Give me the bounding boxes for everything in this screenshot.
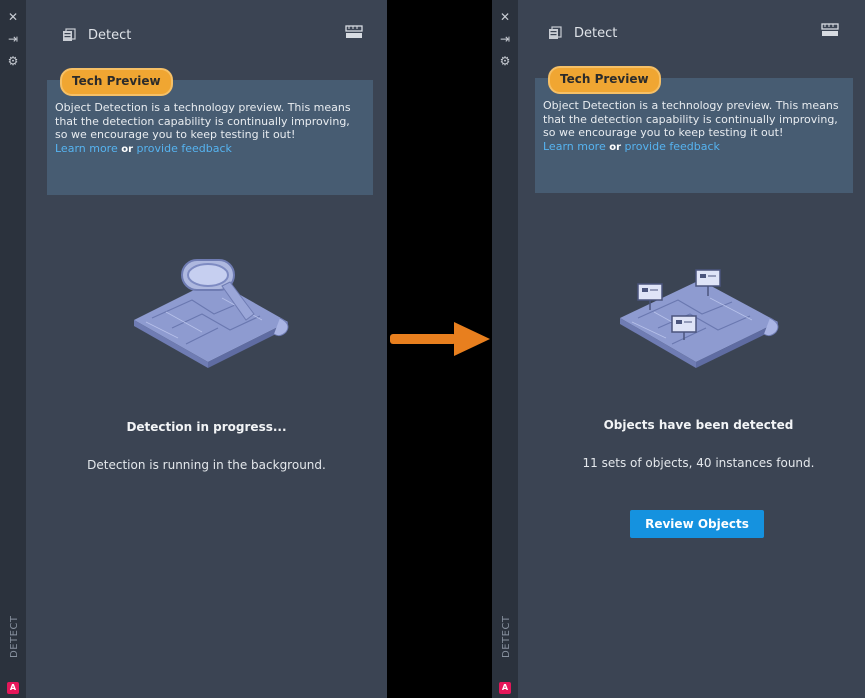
panel-title: Detect <box>88 28 132 43</box>
side-label: DETECT <box>9 615 20 658</box>
review-objects-button[interactable]: Review Objects <box>630 510 764 538</box>
detection-status-text: Detection is running in the background. <box>87 458 326 472</box>
provide-feedback-link[interactable]: provide feedback <box>625 140 720 153</box>
detect-icon <box>549 26 562 39</box>
map-magnifier-illustration <box>134 259 289 368</box>
panel-side-strip: ✕ ⇥ ⚙ DETECT A <box>0 0 26 698</box>
detect-panel-complete: ✕ ⇥ ⚙ DETECT A Detect Object Detection i… <box>492 0 865 698</box>
panel-side-strip: ✕ ⇥ ⚙ DETECT A <box>492 0 518 698</box>
app-logo-icon: A <box>7 682 19 694</box>
arrow-right-icon <box>390 322 490 356</box>
close-icon[interactable]: ✕ <box>498 10 512 24</box>
side-label: DETECT <box>501 615 512 658</box>
or-text: or <box>121 143 134 155</box>
learn-more-link[interactable]: Learn more <box>543 140 606 153</box>
panel-header: Detect <box>26 0 387 66</box>
tech-preview-badge: Tech Preview <box>548 66 661 94</box>
ruler-icon[interactable] <box>821 22 839 38</box>
detection-status-title: Detection in progress... <box>126 420 287 434</box>
ruler-icon[interactable] <box>345 24 363 40</box>
learn-more-link[interactable]: Learn more <box>55 142 118 155</box>
settings-icon[interactable]: ⚙ <box>6 54 20 68</box>
or-text: or <box>609 141 622 153</box>
panel-header: Detect <box>518 0 865 66</box>
detection-status-title: Objects have been detected <box>603 418 794 432</box>
detection-status-text: 11 sets of objects, 40 instances found. <box>582 456 815 470</box>
detect-icon <box>63 28 76 41</box>
detect-panel-in-progress: ✕ ⇥ ⚙ DETECT A Detect Object Detection i… <box>0 0 387 698</box>
app-logo-icon: A <box>499 682 511 694</box>
tech-preview-badge: Tech Preview <box>60 68 173 96</box>
provide-feedback-link[interactable]: provide feedback <box>137 142 232 155</box>
pin-icon[interactable]: ⇥ <box>498 32 512 46</box>
tech-preview-info-box: Object Detection is a technology preview… <box>47 80 373 195</box>
pin-icon[interactable]: ⇥ <box>6 32 20 46</box>
panel-title: Detect <box>574 26 618 41</box>
info-text: Object Detection is a technology preview… <box>55 101 351 141</box>
settings-icon[interactable]: ⚙ <box>498 54 512 68</box>
map-objects-illustration <box>620 269 779 368</box>
close-icon[interactable]: ✕ <box>6 10 20 24</box>
info-text: Object Detection is a technology preview… <box>543 99 839 139</box>
tech-preview-info-box: Object Detection is a technology preview… <box>535 78 853 193</box>
